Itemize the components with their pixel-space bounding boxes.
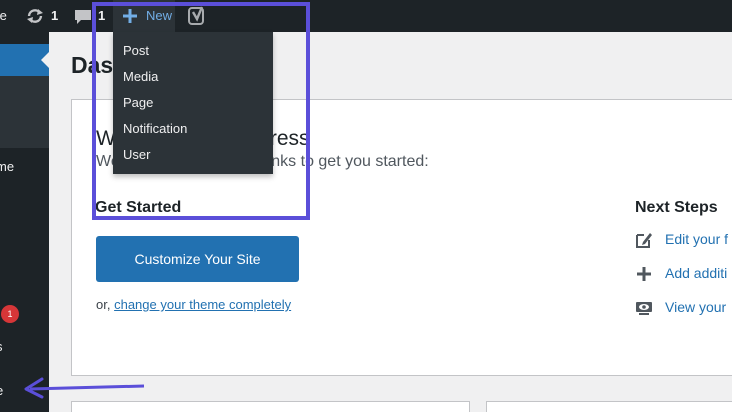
sidebar-submenu (0, 76, 49, 148)
current-menu-notch (41, 52, 49, 68)
plus-icon (637, 267, 651, 281)
next-step-link[interactable]: Add additi (665, 265, 727, 281)
next-step-link[interactable]: Edit your f (665, 231, 728, 247)
annotation-arrow-icon (24, 377, 145, 399)
sidebar-item-label[interactable]: e (0, 383, 3, 398)
annotation-highlight-box (92, 2, 310, 220)
customize-site-button[interactable]: Customize Your Site (96, 236, 299, 282)
updates-icon[interactable] (25, 7, 45, 25)
sidebar-item-label[interactable]: s (0, 339, 3, 354)
dashboard-widget (486, 401, 732, 412)
dashboard-widget (71, 401, 470, 412)
view-icon (636, 302, 652, 315)
plugins-update-badge: 1 (1, 305, 19, 323)
updates-count[interactable]: 1 (51, 9, 58, 23)
next-step-link[interactable]: View your (665, 299, 726, 315)
edit-icon (636, 233, 652, 248)
admin-sidebar: me 1 s e (0, 32, 49, 412)
next-steps-heading: Next Steps (635, 199, 718, 216)
change-theme-line: or, change your theme completely (96, 297, 292, 312)
sidebar-item-label[interactable]: me (0, 159, 14, 174)
site-name-link[interactable]: fe (0, 9, 7, 23)
comments-icon[interactable] (74, 9, 92, 25)
change-theme-link[interactable]: change your theme completely (114, 297, 291, 312)
